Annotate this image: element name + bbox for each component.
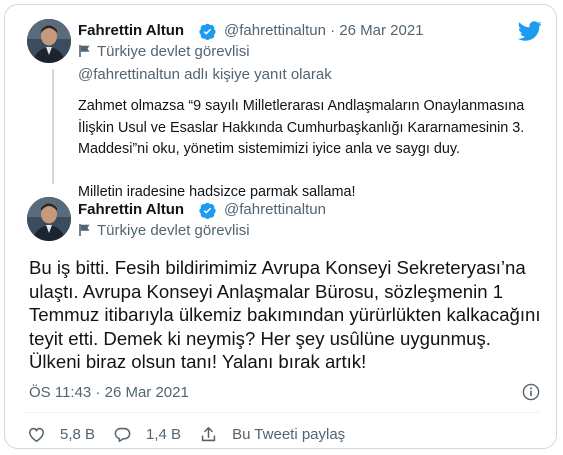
flag-icon bbox=[79, 224, 90, 236]
separator: · bbox=[95, 384, 101, 401]
handle-text[interactable]: @fahrettinaltun bbox=[224, 22, 326, 39]
share-label: Bu Tweeti paylaş bbox=[232, 425, 346, 443]
tweet-time[interactable]: ÖS 11:43 bbox=[29, 384, 91, 401]
author-name[interactable]: Fahrettin Altun bbox=[78, 201, 184, 218]
thread-line bbox=[52, 69, 54, 184]
label-text: Türkiye devlet görevlisi bbox=[97, 43, 250, 60]
government-label: Türkiye devlet görevlisi bbox=[78, 222, 250, 239]
author-name[interactable]: Fahrettin Altun bbox=[78, 22, 184, 39]
label-text: Türkiye devlet görevlisi bbox=[97, 222, 250, 239]
author-handle[interactable]: @fahrettinaltun · 26 Mar 2021 bbox=[224, 22, 424, 39]
share-button[interactable]: Bu Tweeti paylaş bbox=[199, 425, 345, 444]
avatar[interactable] bbox=[27, 19, 71, 63]
heart-icon bbox=[29, 427, 44, 442]
divider bbox=[23, 412, 540, 413]
tweet-date[interactable]: 26 Mar 2021 bbox=[339, 22, 423, 39]
like-count: 5,8 B bbox=[60, 425, 96, 443]
separator: · bbox=[330, 22, 336, 39]
avatar[interactable] bbox=[27, 197, 71, 241]
verified-badge-icon bbox=[199, 23, 216, 40]
reply-count: 1,4 B bbox=[146, 425, 182, 443]
author-handle[interactable]: @fahrettinaltun bbox=[224, 201, 326, 218]
reply-context[interactable]: @fahrettinaltun adlı kişiye yanıt olarak bbox=[78, 66, 332, 83]
quoted-paragraph-1: Zahmet olmazsa “9 sayılı Milletlerarası … bbox=[78, 98, 525, 157]
main-tweet-text: Bu iş bitti. Fesih bildirimimiz Avrupa K… bbox=[29, 257, 541, 373]
like-button[interactable]: 5,8 B bbox=[27, 425, 95, 444]
tweet-timestamp[interactable]: ÖS 11:43 · 26 Mar 2021 bbox=[29, 384, 189, 401]
info-icon[interactable] bbox=[522, 383, 540, 401]
action-bar: 5,8 B 1,4 B Bu Tweeti paylaş bbox=[27, 423, 363, 445]
reply-icon bbox=[114, 427, 131, 442]
share-icon bbox=[201, 426, 216, 441]
twitter-bird-icon[interactable] bbox=[518, 19, 542, 43]
reply-button[interactable]: 1,4 B bbox=[113, 425, 181, 444]
government-label: Türkiye devlet görevlisi bbox=[78, 43, 250, 60]
verified-badge-icon bbox=[199, 202, 216, 219]
tweet-date[interactable]: 26 Mar 2021 bbox=[105, 384, 189, 401]
tweet-embed-card: Fahrettin Altun @fahrettinaltun · 26 Mar… bbox=[4, 4, 557, 449]
flag-icon bbox=[79, 45, 90, 57]
quoted-paragraph-2: Milletin iradesine hadsizce parmak salla… bbox=[78, 183, 356, 200]
quoted-tweet-text: Zahmet olmazsa “9 sayılı Milletlerarası … bbox=[78, 96, 533, 203]
